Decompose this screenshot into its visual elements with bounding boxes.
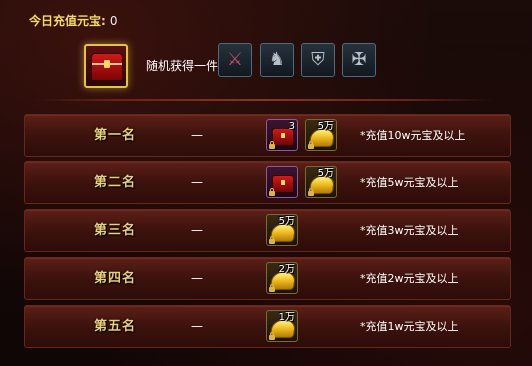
reward-chest-slot[interactable]: 3 xyxy=(266,119,298,151)
rank-row-1: 第一名 — 3 5万 *充值10w元宝及以上 xyxy=(24,114,511,157)
reward-ingot-slot[interactable]: 2万 xyxy=(266,262,298,294)
bound-lock-icon xyxy=(308,141,314,149)
rank-row-4: 第四名 — 2万 *充值2w元宝及以上 xyxy=(24,257,511,300)
rank-condition: *充值1w元宝及以上 xyxy=(360,320,459,333)
rank-player-placeholder: — xyxy=(191,271,203,285)
random-item-armor[interactable]: ⛨ xyxy=(301,43,335,77)
armor-icon: ⛨ xyxy=(311,49,325,70)
rank-condition: *充值10w元宝及以上 xyxy=(360,129,466,142)
bound-lock-icon xyxy=(269,141,275,149)
reward-quantity: 5万 xyxy=(317,121,334,132)
rank-player-placeholder: — xyxy=(191,319,203,333)
reward-quantity: 2万 xyxy=(278,264,295,275)
random-reward-label: 随机获得一件 xyxy=(146,59,219,73)
mount-icon: ♞ xyxy=(268,49,286,70)
rank-row-5: 第五名 — 1万 *充值1w元宝及以上 xyxy=(24,305,511,348)
random-item-claw[interactable]: ✠ xyxy=(342,43,376,77)
rank-player-placeholder: — xyxy=(191,223,203,237)
random-item-scythe[interactable]: ⚔ xyxy=(218,43,252,77)
reward-ingot-slot[interactable]: 5万 xyxy=(305,119,337,151)
today-recharge-title: 今日充值元宝: xyxy=(29,14,106,28)
section-divider xyxy=(34,99,494,101)
reward-quantity: 5万 xyxy=(278,216,295,227)
red-treasure-chest-icon xyxy=(91,53,123,81)
reward-quantity: 1万 xyxy=(278,312,295,323)
scythe-weapon-icon: ⚔ xyxy=(226,49,244,70)
rank-name: 第四名 xyxy=(93,271,136,286)
random-item-mount[interactable]: ♞ xyxy=(260,43,294,77)
rank-player-placeholder: — xyxy=(191,128,203,142)
rank-row-2: 第二名 — 5万 *充值5w元宝及以上 xyxy=(24,161,511,204)
rank-condition: *充值3w元宝及以上 xyxy=(360,224,459,237)
treasure-chest-icon xyxy=(272,175,294,193)
reward-chest-slot[interactable] xyxy=(266,166,298,198)
bound-lock-icon xyxy=(308,188,314,196)
claw-weapon-icon: ✠ xyxy=(351,49,367,70)
reward-ingot-slot[interactable]: 5万 xyxy=(266,214,298,246)
reward-ingot-slot[interactable]: 5万 xyxy=(305,166,337,198)
bound-lock-icon xyxy=(269,236,275,244)
bound-lock-icon xyxy=(269,332,275,340)
rank-condition: *充值2w元宝及以上 xyxy=(360,272,459,285)
bound-lock-icon xyxy=(269,284,275,292)
bound-lock-icon xyxy=(269,188,275,196)
rank-condition: *充值5w元宝及以上 xyxy=(360,176,459,189)
rank-name: 第二名 xyxy=(93,175,136,190)
reward-quantity: 5万 xyxy=(317,168,334,179)
rank-row-3: 第三名 — 5万 *充值3w元宝及以上 xyxy=(24,209,511,252)
recharge-ranking-panel: 今日充值元宝: 0 随机获得一件 ⚔ ♞ ⛨ ✠ 第一名 — 3 5万 *充值10… xyxy=(0,0,532,366)
today-recharge-count: 0 xyxy=(109,14,118,28)
rank-player-placeholder: — xyxy=(191,175,203,189)
rank-name: 第五名 xyxy=(93,319,136,334)
reward-quantity: 3 xyxy=(288,121,295,132)
rank-name: 第三名 xyxy=(93,223,136,238)
treasure-chest-item[interactable] xyxy=(84,44,128,88)
reward-ingot-slot[interactable]: 1万 xyxy=(266,310,298,342)
rank-name: 第一名 xyxy=(93,128,136,143)
today-recharge-label: 今日充值元宝: 0 xyxy=(29,13,117,29)
